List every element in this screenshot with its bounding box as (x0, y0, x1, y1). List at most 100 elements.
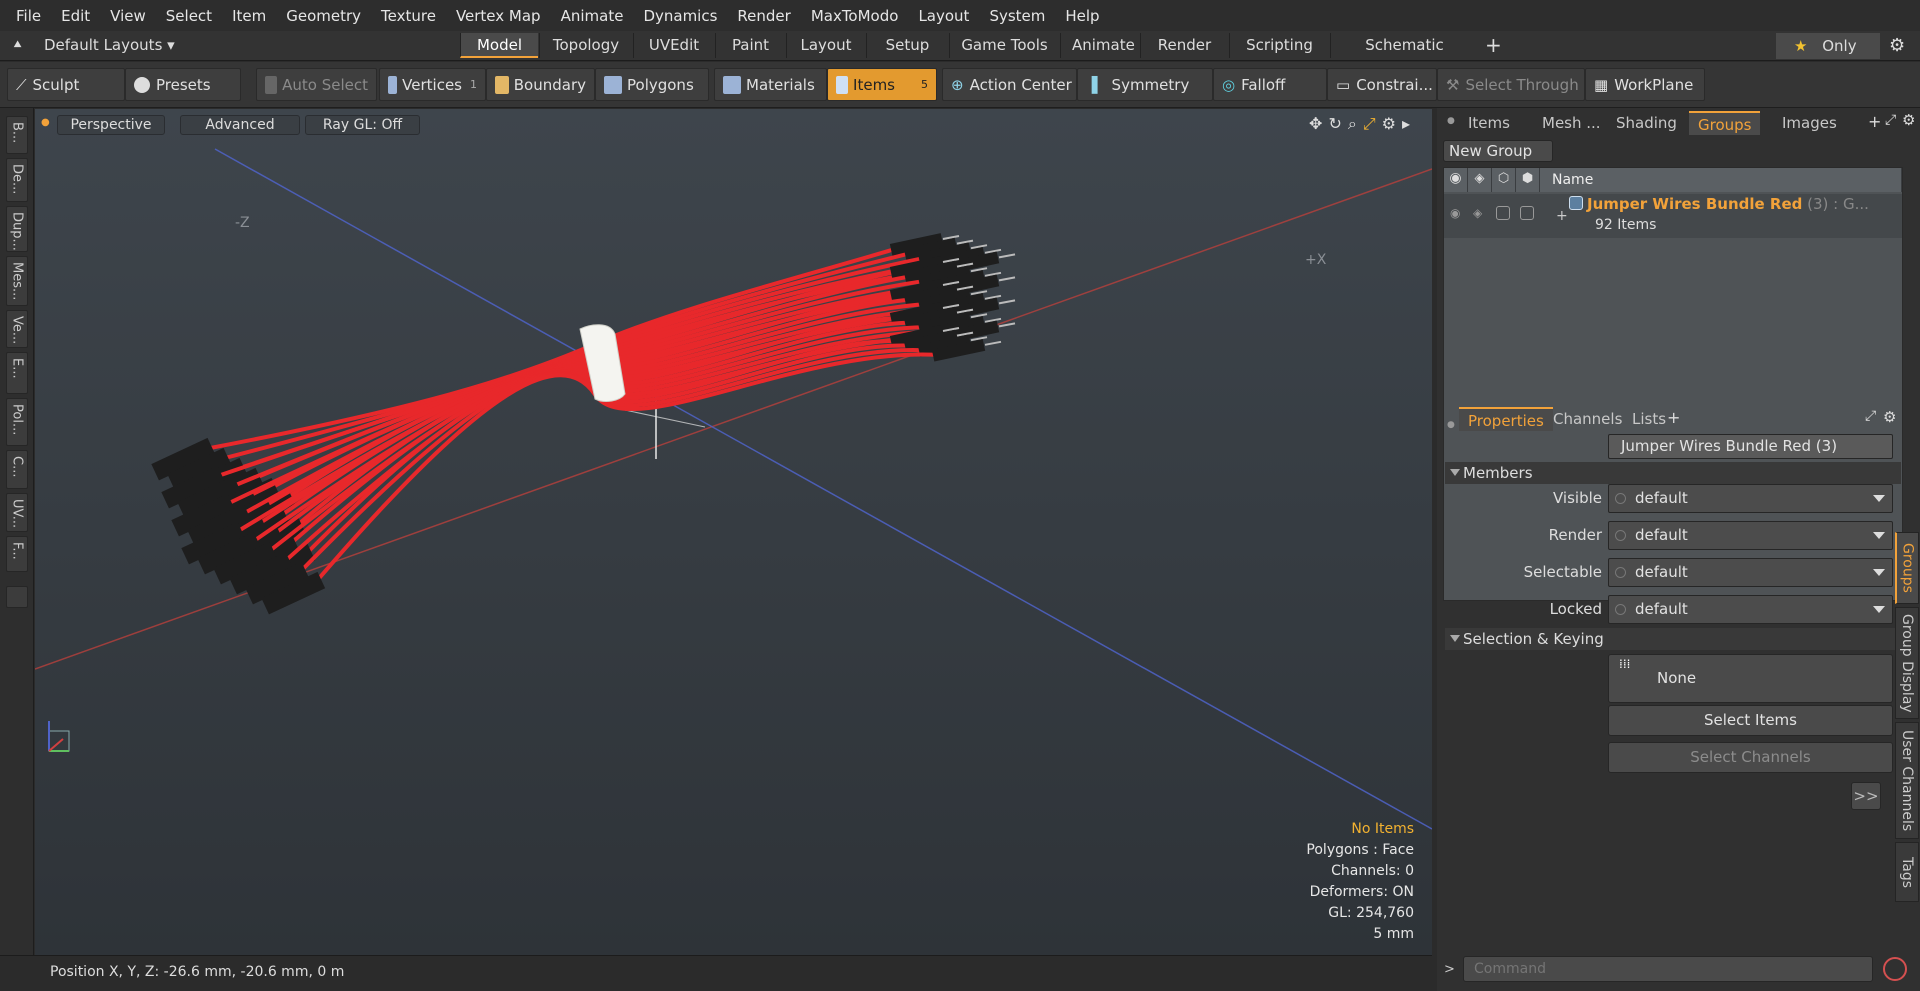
left-tab-9[interactable]: UV... (6, 493, 28, 532)
select-items-button[interactable]: Select Items (1608, 705, 1893, 736)
gear-icon[interactable]: ⚙ (1889, 35, 1905, 56)
select-channels-button[interactable]: Select Channels (1608, 742, 1893, 773)
render-icon[interactable]: ◈ (1473, 206, 1482, 220)
menu-view[interactable]: View (100, 7, 156, 25)
workplane-button[interactable]: ▦ WorkPlane (1585, 68, 1705, 101)
presets-button[interactable]: Presets (125, 68, 241, 101)
menu-layout[interactable]: Layout (908, 7, 979, 25)
menu-help[interactable]: Help (1055, 7, 1109, 25)
menu-render[interactable]: Render (727, 7, 800, 25)
menu-dynamics[interactable]: Dynamics (633, 7, 727, 25)
only-toggle[interactable]: ★ Only (1776, 33, 1880, 59)
popout-icon[interactable]: ⤢ (1865, 408, 1876, 424)
menu-item[interactable]: Item (222, 7, 276, 25)
materials-button[interactable]: Materials (714, 68, 827, 101)
left-tab-8[interactable]: C... (6, 450, 28, 489)
tab-uvedit[interactable]: UVEdit (633, 33, 714, 58)
menu-maxtomodo[interactable]: MaxToModo (801, 7, 909, 25)
menu-geometry[interactable]: Geometry (276, 7, 371, 25)
boundary-button[interactable]: Boundary (486, 68, 595, 101)
tab-animate[interactable]: Animate (1060, 33, 1139, 58)
tab-shading[interactable]: Shading (1607, 111, 1686, 135)
left-tab-extra[interactable] (6, 586, 28, 608)
menu-edit[interactable]: Edit (51, 7, 100, 25)
left-tab-6[interactable]: E... (6, 352, 28, 394)
tab-layout[interactable]: Layout (786, 33, 865, 58)
visibility-header[interactable]: ◉ (1444, 168, 1468, 192)
items-button[interactable]: Items 5 (827, 68, 937, 101)
tab-render[interactable]: Render (1140, 33, 1228, 58)
eye-icon[interactable]: ◉ (1450, 206, 1460, 220)
vertices-button[interactable]: Vertices 1 (379, 68, 486, 101)
left-tab-3[interactable]: Dup... (6, 206, 28, 252)
tab-paint[interactable]: Paint (715, 33, 785, 58)
pin-up-icon[interactable]: ⯅ (12, 37, 23, 53)
new-group-button[interactable]: New Group (1443, 140, 1553, 162)
tab-schematic-fusion[interactable]: Schematic Fusion (1330, 33, 1478, 79)
side-tab-tags[interactable]: Tags (1895, 842, 1919, 902)
none-button[interactable]: ⁞⁞⁞ None (1608, 654, 1893, 703)
menu-file[interactable]: File (6, 7, 51, 25)
locked-dropdown[interactable]: default (1608, 595, 1893, 624)
side-tab-groups[interactable]: Groups (1895, 532, 1919, 604)
lock-checkbox[interactable] (1520, 206, 1534, 220)
side-tab-user-channels[interactable]: User Channels (1895, 722, 1919, 839)
tab-groups[interactable]: Groups (1689, 111, 1761, 135)
menu-system[interactable]: System (979, 7, 1055, 25)
auto-select-button[interactable]: Auto Select (256, 68, 377, 101)
render-header[interactable]: ◈ (1468, 168, 1492, 192)
tab-images[interactable]: Images (1773, 111, 1846, 135)
select-through-button[interactable]: ⚒ Select Through (1437, 68, 1585, 101)
tab-game-tools[interactable]: Game Tools (949, 33, 1059, 58)
tab-topology[interactable]: Topology (539, 33, 632, 58)
menu-select[interactable]: Select (156, 7, 222, 25)
add-tab-button[interactable]: + (1485, 34, 1502, 56)
visible-dropdown[interactable]: default (1608, 484, 1893, 513)
3d-viewport[interactable]: ● Perspective Advanced Ray GL: Off ✥↻⌕⤢⚙… (35, 109, 1432, 955)
left-tab-4[interactable]: Mes... (6, 256, 28, 306)
tab-mesh[interactable]: Mesh ... (1533, 111, 1610, 135)
menu-vertex-map[interactable]: Vertex Map (446, 7, 551, 25)
name-column-header[interactable]: Name (1540, 168, 1902, 192)
action-center-button[interactable]: ⊕ Action Center (942, 68, 1077, 101)
menu-texture[interactable]: Texture (371, 7, 446, 25)
sculpt-button[interactable]: ⟋ Sculpt (7, 68, 125, 101)
add-tab-icon[interactable]: + (1868, 112, 1881, 131)
polygons-button[interactable]: Polygons (595, 68, 709, 101)
gear-icon[interactable]: ⚙ (1883, 408, 1896, 426)
more-button[interactable]: >> (1851, 782, 1881, 810)
tab-model[interactable]: Model (460, 33, 538, 58)
selectable-dropdown[interactable]: default (1608, 558, 1893, 587)
group-row[interactable]: ◉ ◈ + Jumper Wires Bundle Red (3) : G...… (1444, 194, 1902, 238)
tab-setup[interactable]: Setup (866, 33, 948, 58)
menu-animate[interactable]: Animate (551, 7, 634, 25)
members-section[interactable]: Members (1445, 462, 1901, 484)
constraints-button[interactable]: ▭ Constrai... (1327, 68, 1437, 101)
render-dropdown[interactable]: default (1608, 521, 1893, 550)
select-checkbox[interactable] (1496, 206, 1510, 220)
selection-keying-section[interactable]: Selection & Keying (1445, 628, 1901, 650)
layout-dropdown[interactable]: Default Layouts ▾ (44, 36, 175, 54)
select-header[interactable]: ⬡ (1492, 168, 1516, 192)
group-name-field[interactable]: Jumper Wires Bundle Red (3) (1608, 434, 1893, 459)
tab-scripting[interactable]: Scripting (1229, 33, 1329, 58)
lock-header[interactable]: ⬢ (1516, 168, 1540, 192)
command-input[interactable] (1463, 956, 1873, 982)
left-tab-1[interactable]: B... (6, 116, 28, 154)
record-icon[interactable] (1883, 957, 1907, 981)
tab-items[interactable]: Items (1459, 111, 1519, 135)
popout-icon[interactable]: ⤢ (1885, 112, 1896, 128)
left-tab-5[interactable]: Ve... (6, 310, 28, 348)
falloff-button[interactable]: ◎ Falloff (1213, 68, 1327, 101)
jumper-wire-bundle[interactable] (151, 233, 1016, 615)
tab-properties[interactable]: Properties (1459, 407, 1553, 431)
tab-channels[interactable]: Channels (1544, 407, 1631, 431)
gear-icon[interactable]: ⚙ (1902, 111, 1915, 129)
left-tab-2[interactable]: De... (6, 158, 28, 202)
expand-icon[interactable]: + (1556, 208, 1568, 224)
left-tab-10[interactable]: F... (6, 536, 28, 572)
left-tab-7[interactable]: Pol... (6, 398, 28, 446)
symmetry-button[interactable]: ▐ Symmetry (1077, 68, 1213, 101)
side-tab-group-display[interactable]: Group Display (1895, 607, 1919, 719)
add-tab-icon[interactable]: + (1667, 408, 1680, 427)
